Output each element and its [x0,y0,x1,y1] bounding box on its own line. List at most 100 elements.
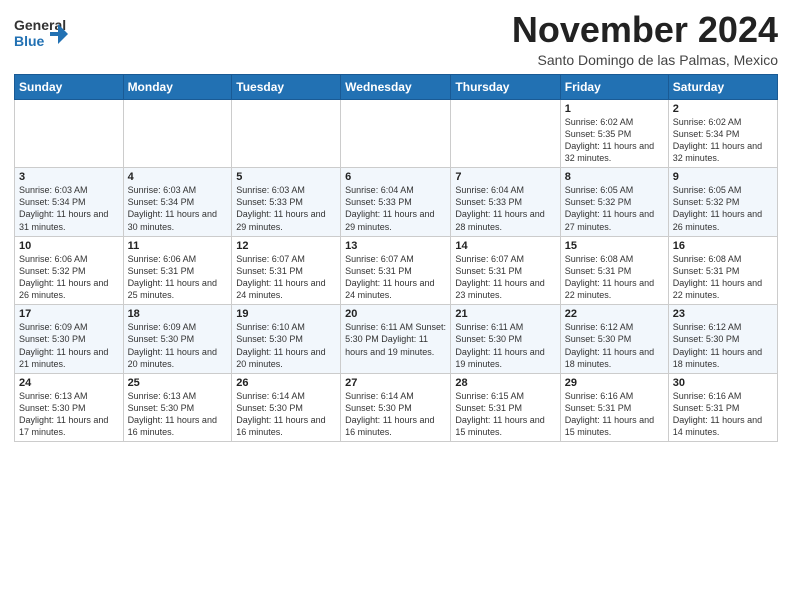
day-number: 14 [455,240,555,252]
calendar-cell [451,99,560,168]
day-number: 11 [128,240,228,252]
day-number: 30 [673,377,773,389]
cell-info: Sunrise: 6:14 AM Sunset: 5:30 PM Dayligh… [236,390,336,439]
cell-info: Sunrise: 6:04 AM Sunset: 5:33 PM Dayligh… [455,184,555,233]
day-number: 7 [455,171,555,183]
calendar-cell [123,99,232,168]
cell-info: Sunrise: 6:03 AM Sunset: 5:33 PM Dayligh… [236,184,336,233]
calendar-cell: 19Sunrise: 6:10 AM Sunset: 5:30 PM Dayli… [232,305,341,374]
day-number: 23 [673,308,773,320]
calendar-cell: 30Sunrise: 6:16 AM Sunset: 5:31 PM Dayli… [668,373,777,442]
calendar-cell: 4Sunrise: 6:03 AM Sunset: 5:34 PM Daylig… [123,168,232,237]
calendar-cell: 1Sunrise: 6:02 AM Sunset: 5:35 PM Daylig… [560,99,668,168]
calendar-cell: 24Sunrise: 6:13 AM Sunset: 5:30 PM Dayli… [15,373,124,442]
day-number: 6 [345,171,446,183]
day-number: 10 [19,240,119,252]
cell-info: Sunrise: 6:13 AM Sunset: 5:30 PM Dayligh… [128,390,228,439]
calendar-cell: 14Sunrise: 6:07 AM Sunset: 5:31 PM Dayli… [451,236,560,305]
calendar-header-row: SundayMondayTuesdayWednesdayThursdayFrid… [15,74,778,99]
month-title: November 2024 [512,10,778,50]
calendar-cell: 6Sunrise: 6:04 AM Sunset: 5:33 PM Daylig… [341,168,451,237]
cell-info: Sunrise: 6:07 AM Sunset: 5:31 PM Dayligh… [455,253,555,302]
calendar-week-row: 1Sunrise: 6:02 AM Sunset: 5:35 PM Daylig… [15,99,778,168]
cell-info: Sunrise: 6:11 AM Sunset: 5:30 PM Dayligh… [345,321,446,357]
cell-info: Sunrise: 6:06 AM Sunset: 5:31 PM Dayligh… [128,253,228,302]
day-header: Friday [560,74,668,99]
day-number: 16 [673,240,773,252]
day-header: Tuesday [232,74,341,99]
day-number: 9 [673,171,773,183]
day-number: 2 [673,103,773,115]
day-header: Sunday [15,74,124,99]
cell-info: Sunrise: 6:09 AM Sunset: 5:30 PM Dayligh… [128,321,228,370]
cell-info: Sunrise: 6:04 AM Sunset: 5:33 PM Dayligh… [345,184,446,233]
calendar-cell: 11Sunrise: 6:06 AM Sunset: 5:31 PM Dayli… [123,236,232,305]
calendar-cell: 12Sunrise: 6:07 AM Sunset: 5:31 PM Dayli… [232,236,341,305]
cell-info: Sunrise: 6:16 AM Sunset: 5:31 PM Dayligh… [673,390,773,439]
cell-info: Sunrise: 6:13 AM Sunset: 5:30 PM Dayligh… [19,390,119,439]
day-number: 18 [128,308,228,320]
day-header: Saturday [668,74,777,99]
location: Santo Domingo de las Palmas, Mexico [512,52,778,68]
day-number: 4 [128,171,228,183]
cell-info: Sunrise: 6:12 AM Sunset: 5:30 PM Dayligh… [673,321,773,370]
day-header: Monday [123,74,232,99]
day-number: 1 [565,103,664,115]
day-number: 25 [128,377,228,389]
cell-info: Sunrise: 6:09 AM Sunset: 5:30 PM Dayligh… [19,321,119,370]
page: General Blue November 2024 Santo Domingo… [0,0,792,452]
cell-info: Sunrise: 6:03 AM Sunset: 5:34 PM Dayligh… [19,184,119,233]
calendar-cell [341,99,451,168]
day-number: 13 [345,240,446,252]
calendar-cell: 9Sunrise: 6:05 AM Sunset: 5:32 PM Daylig… [668,168,777,237]
calendar-cell: 10Sunrise: 6:06 AM Sunset: 5:32 PM Dayli… [15,236,124,305]
day-number: 29 [565,377,664,389]
calendar-cell: 29Sunrise: 6:16 AM Sunset: 5:31 PM Dayli… [560,373,668,442]
day-number: 28 [455,377,555,389]
calendar-week-row: 17Sunrise: 6:09 AM Sunset: 5:30 PM Dayli… [15,305,778,374]
calendar-cell: 20Sunrise: 6:11 AM Sunset: 5:30 PM Dayli… [341,305,451,374]
calendar-cell: 5Sunrise: 6:03 AM Sunset: 5:33 PM Daylig… [232,168,341,237]
calendar-cell: 8Sunrise: 6:05 AM Sunset: 5:32 PM Daylig… [560,168,668,237]
calendar-cell: 13Sunrise: 6:07 AM Sunset: 5:31 PM Dayli… [341,236,451,305]
cell-info: Sunrise: 6:15 AM Sunset: 5:31 PM Dayligh… [455,390,555,439]
day-number: 3 [19,171,119,183]
day-number: 26 [236,377,336,389]
calendar-cell: 28Sunrise: 6:15 AM Sunset: 5:31 PM Dayli… [451,373,560,442]
calendar-table: SundayMondayTuesdayWednesdayThursdayFrid… [14,74,778,443]
calendar-cell: 16Sunrise: 6:08 AM Sunset: 5:31 PM Dayli… [668,236,777,305]
cell-info: Sunrise: 6:08 AM Sunset: 5:31 PM Dayligh… [565,253,664,302]
cell-info: Sunrise: 6:16 AM Sunset: 5:31 PM Dayligh… [565,390,664,439]
day-number: 5 [236,171,336,183]
day-number: 24 [19,377,119,389]
logo: General Blue [14,14,68,61]
calendar-cell: 3Sunrise: 6:03 AM Sunset: 5:34 PM Daylig… [15,168,124,237]
calendar-cell: 21Sunrise: 6:11 AM Sunset: 5:30 PM Dayli… [451,305,560,374]
day-number: 27 [345,377,446,389]
day-number: 15 [565,240,664,252]
cell-info: Sunrise: 6:14 AM Sunset: 5:30 PM Dayligh… [345,390,446,439]
cell-info: Sunrise: 6:05 AM Sunset: 5:32 PM Dayligh… [673,184,773,233]
day-number: 19 [236,308,336,320]
day-number: 21 [455,308,555,320]
calendar-cell [15,99,124,168]
logo-icon: General Blue [14,14,68,56]
cell-info: Sunrise: 6:03 AM Sunset: 5:34 PM Dayligh… [128,184,228,233]
calendar-cell: 15Sunrise: 6:08 AM Sunset: 5:31 PM Dayli… [560,236,668,305]
calendar-cell: 2Sunrise: 6:02 AM Sunset: 5:34 PM Daylig… [668,99,777,168]
cell-info: Sunrise: 6:06 AM Sunset: 5:32 PM Dayligh… [19,253,119,302]
calendar-cell [232,99,341,168]
calendar-cell: 18Sunrise: 6:09 AM Sunset: 5:30 PM Dayli… [123,305,232,374]
day-number: 20 [345,308,446,320]
cell-info: Sunrise: 6:08 AM Sunset: 5:31 PM Dayligh… [673,253,773,302]
title-area: November 2024 Santo Domingo de las Palma… [512,10,778,68]
day-number: 17 [19,308,119,320]
day-header: Wednesday [341,74,451,99]
calendar-cell: 25Sunrise: 6:13 AM Sunset: 5:30 PM Dayli… [123,373,232,442]
cell-info: Sunrise: 6:02 AM Sunset: 5:34 PM Dayligh… [673,116,773,165]
cell-info: Sunrise: 6:05 AM Sunset: 5:32 PM Dayligh… [565,184,664,233]
svg-text:Blue: Blue [14,33,45,49]
day-number: 8 [565,171,664,183]
logo-area: General Blue [14,10,68,61]
calendar-cell: 27Sunrise: 6:14 AM Sunset: 5:30 PM Dayli… [341,373,451,442]
